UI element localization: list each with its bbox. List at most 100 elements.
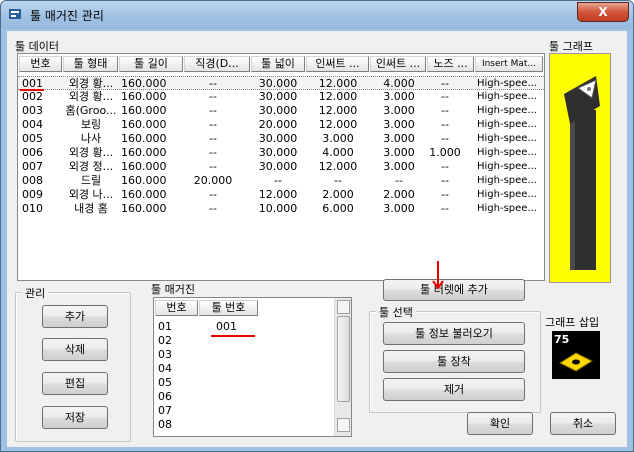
table-cell: -- xyxy=(395,174,403,187)
table-cell: -- xyxy=(334,174,342,187)
edit-button[interactable]: 편집 xyxy=(42,372,108,395)
table-cell: -- xyxy=(441,188,449,201)
table-cell: 003 xyxy=(22,104,43,117)
table-cell: 3.000 xyxy=(383,202,415,215)
col-header-tool-length[interactable]: 툴 길이 xyxy=(119,56,183,72)
window-title: 툴 매거진 관리 xyxy=(30,9,104,23)
table-cell: 10.000 xyxy=(258,202,298,215)
table-cell: 160.000 xyxy=(121,188,167,201)
insert-image: 75 xyxy=(552,331,600,379)
table-cell: 3.000 xyxy=(383,90,415,103)
table-row[interactable]: 009 외경 나... 160.000 -- 12.000 2.000 2.000 -- Hig… xyxy=(18,188,544,202)
magazine-scrollbar[interactable] xyxy=(334,298,351,436)
table-row[interactable]: 004 보링 160.000 -- 20.000 12.000 3.000 -- High-sp… xyxy=(18,118,544,132)
table-cell: High-spee... xyxy=(477,147,537,158)
table-row[interactable]: 005 나사 160.000 -- 30.000 3.000 3.000 -- High-spe… xyxy=(18,132,544,146)
col-header-tool-type[interactable]: 툴 형태 xyxy=(63,56,118,72)
ok-button[interactable]: 확인 xyxy=(467,412,533,435)
table-cell: 외경 황... xyxy=(68,90,114,103)
col-header-diameter[interactable]: 직경(D... xyxy=(184,56,250,72)
table-cell: 160.000 xyxy=(121,202,167,215)
list-item[interactable]: 07 xyxy=(154,404,330,418)
table-cell: High-spee... xyxy=(477,119,537,130)
tool-select-group-label: 툴 선택 xyxy=(376,304,416,320)
table-cell: -- xyxy=(441,118,449,131)
table-row[interactable]: 010 내경 홈 160.000 -- 10.000 6.000 3.000 -- High-s… xyxy=(18,202,544,216)
tool-data-list[interactable]: 번호 툴 형태 툴 길이 직경(D... 툴 넓이 인써트 ... 인써트 ..… xyxy=(17,53,545,281)
table-cell: High-spee... xyxy=(477,133,537,144)
table-cell: 12.000 xyxy=(318,90,358,103)
table-cell: 160.000 xyxy=(121,160,167,173)
list-item[interactable]: 05 xyxy=(154,376,330,390)
table-row[interactable]: 007 외경 정... 160.000 -- 30.000 12.000 3.000 -- Hi… xyxy=(18,160,544,174)
list-item[interactable]: 08 xyxy=(154,418,330,432)
magazine-list[interactable]: 번호 툴 번호 01 001 02 03 04 05 06 07 08 xyxy=(153,297,352,437)
col-header-tool-width[interactable]: 툴 넓이 xyxy=(251,56,305,72)
table-cell: 6.000 xyxy=(322,202,354,215)
table-cell: 160.000 xyxy=(121,104,167,117)
list-item[interactable]: 03 xyxy=(154,348,330,362)
title-bar[interactable]: 툴 매거진 관리 X xyxy=(1,1,633,29)
table-row[interactable]: 008 드릴 160.000 20.000 -- -- -- -- High-spee... xyxy=(18,174,544,188)
table-row[interactable]: 003 홈(Groo... 160.000 -- 30.000 12.000 3.000 --… xyxy=(18,104,544,118)
list-item[interactable]: 06 xyxy=(154,390,330,404)
magazine-slot-number: 08 xyxy=(158,418,172,431)
col-header-insert-1[interactable]: 인써트 ... xyxy=(306,56,369,72)
table-cell: 160.000 xyxy=(121,118,167,131)
table-cell: 3.000 xyxy=(383,160,415,173)
table-cell: 4.000 xyxy=(322,146,354,159)
tool-magazine-window: 툴 매거진 관리 X 툴 데이터 툴 그래프 번호 툴 형태 툴 길이 직경(D… xyxy=(0,0,634,452)
load-tool-info-button[interactable]: 툴 정보 불러오기 xyxy=(383,322,525,345)
magazine-slot-number: 01 xyxy=(158,320,172,333)
table-cell: 160.000 xyxy=(121,174,167,187)
table-cell: 외경 정... xyxy=(68,160,114,173)
add-to-turret-button[interactable]: 툴 터렛에 추가 xyxy=(383,279,525,301)
tool-holder-drawing xyxy=(564,76,600,270)
table-cell: 3.000 xyxy=(383,118,415,131)
mag-col-header-number[interactable]: 번호 xyxy=(155,300,198,316)
magazine-slot-number: 05 xyxy=(158,376,172,389)
insert-angle-value: 75 xyxy=(554,333,570,346)
save-button[interactable]: 저장 xyxy=(42,406,108,429)
close-button[interactable]: X xyxy=(577,2,629,22)
table-cell: -- xyxy=(209,188,217,201)
add-button[interactable]: 추가 xyxy=(42,305,108,328)
list-item[interactable]: 04 xyxy=(154,362,330,376)
table-cell: High-spee... xyxy=(477,161,537,172)
table-cell: 20.000 xyxy=(193,174,233,187)
col-header-insert-2[interactable]: 인써트 ... xyxy=(370,56,426,72)
table-row[interactable]: 006 외경 황... 160.000 -- 30.000 4.000 3.000 1.000… xyxy=(18,146,544,160)
col-header-insert-material[interactable]: Insert Mat... xyxy=(475,56,543,72)
manage-group-label: 관리 xyxy=(22,285,49,301)
table-cell: 1.000 xyxy=(429,146,461,159)
col-header-nose[interactable]: 노즈 ... xyxy=(427,56,474,72)
remove-tool-button[interactable]: 제거 xyxy=(383,378,525,401)
magazine-tool-number: 001 xyxy=(216,320,237,333)
table-cell: 30.000 xyxy=(258,104,298,117)
table-cell: 3.000 xyxy=(322,132,354,145)
table-cell: 160.000 xyxy=(121,132,167,145)
col-header-number[interactable]: 번호 xyxy=(19,56,62,72)
magazine-slot-number: 03 xyxy=(158,348,172,361)
table-cell: 30.000 xyxy=(258,132,298,145)
table-cell: 나사 xyxy=(80,132,102,145)
table-cell: High-spee... xyxy=(477,203,537,214)
table-row[interactable]: 002 외경 황... 160.000 -- 30.000 12.000 3.000 -- Hi… xyxy=(18,90,544,104)
table-cell: -- xyxy=(209,118,217,131)
list-item[interactable]: 01 001 xyxy=(154,320,330,334)
table-cell: -- xyxy=(441,104,449,117)
table-cell: 160.000 xyxy=(121,77,167,90)
table-cell: 30.000 xyxy=(258,160,298,173)
tool-data-label: 툴 데이터 xyxy=(15,40,59,53)
table-cell: 외경 황... xyxy=(68,77,114,90)
table-cell: 12.000 xyxy=(318,118,358,131)
table-cell: 12.000 xyxy=(318,104,358,117)
table-row[interactable]: 001 외경 황... 160.000 -- 30.000 12.000 4.000 -- Hi… xyxy=(18,76,544,90)
cancel-button[interactable]: 취소 xyxy=(550,412,616,435)
table-cell: 005 xyxy=(22,132,43,145)
table-cell: -- xyxy=(441,202,449,215)
mag-col-header-tool-number[interactable]: 툴 번호 xyxy=(199,300,258,316)
mount-tool-button[interactable]: 툴 장착 xyxy=(383,350,525,373)
delete-button[interactable]: 삭제 xyxy=(42,338,108,361)
table-cell: -- xyxy=(209,160,217,173)
